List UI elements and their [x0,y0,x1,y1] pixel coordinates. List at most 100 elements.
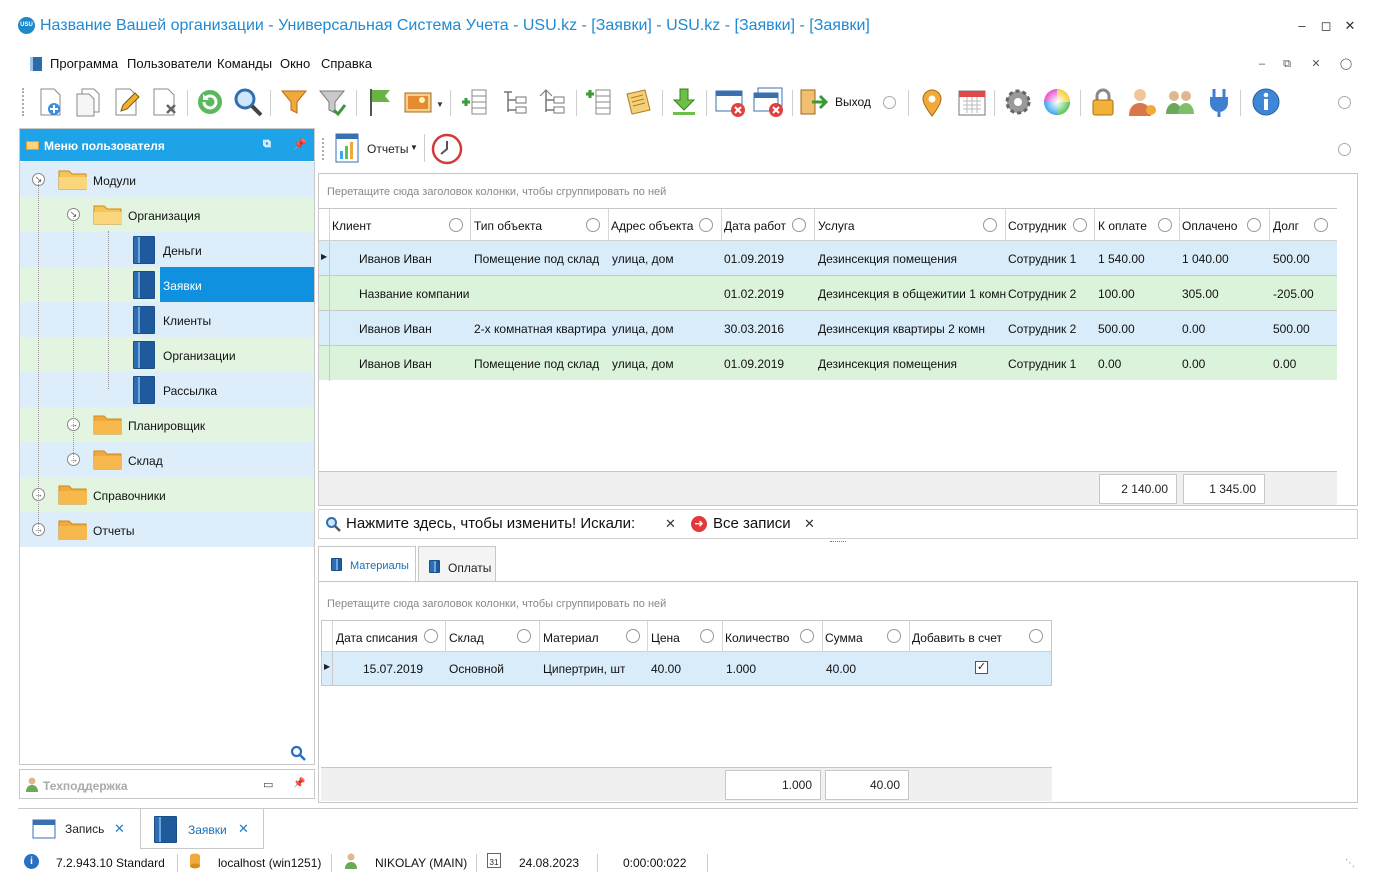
filter-value[interactable]: Все записи [713,515,791,532]
menu-commands[interactable]: Команды [217,56,272,71]
users-group-icon[interactable] [1164,86,1196,118]
report-document-icon[interactable] [334,133,360,163]
filter-paid-icon[interactable] [1247,218,1261,232]
columns-icon[interactable] [458,86,490,118]
tree-item-organization[interactable]: ↘ Организация [20,197,314,232]
tab-payments[interactable]: Оплаты [418,546,496,581]
support-panel[interactable]: Техподдержка ▭ 📌 [19,769,315,799]
resize-grip-icon[interactable]: ⋱ [1345,858,1355,869]
table-row[interactable]: Иванов Иван Помещение под склад улица, д… [319,346,1337,380]
tree-item-modules[interactable]: ↘ Модули [20,162,314,197]
collapse-tree-icon[interactable] [536,86,568,118]
reports-toolbar-options-icon[interactable] [1338,143,1351,156]
info-icon[interactable] [1250,86,1282,118]
col-header-quantity[interactable]: Количество [725,631,789,645]
mdi-close-icon[interactable]: ✕ [1308,56,1324,72]
clear-search-icon[interactable]: ✕ [665,516,676,532]
col-header-work-date[interactable]: Дата работ [724,219,786,233]
col-header-to-pay[interactable]: К оплате [1098,219,1147,233]
close-all-windows-icon[interactable] [752,86,784,118]
col-header-client[interactable]: Клиент [332,219,372,233]
filter-to-pay-icon[interactable] [1158,218,1172,232]
add-record-icon[interactable] [34,86,66,118]
image-dropdown-icon[interactable]: ▼ [436,100,444,109]
download-icon[interactable] [668,86,700,118]
lock-icon[interactable] [1087,86,1119,118]
tree-item-clients[interactable]: Клиенты [20,302,314,337]
delete-record-icon[interactable] [148,86,180,118]
panel-float-icon[interactable]: ⧉ [263,138,271,151]
menu-program[interactable]: Программа [50,56,118,71]
col-header-employee[interactable]: Сотрудник [1008,219,1066,233]
col-header-material[interactable]: Материал [543,631,599,645]
close-tab-icon[interactable]: ✕ [238,821,249,837]
col-header-add-to-invoice[interactable]: Добавить в счет [912,631,1002,645]
support-minimize-icon[interactable]: ▭ [263,778,273,791]
table-row[interactable]: ▶ 15.07.2019 Основной Ципертрин, шт 40.0… [322,652,1051,685]
mdi-restore-icon[interactable]: ⧉ [1279,56,1295,72]
tree-item-organizations[interactable]: Организации [20,337,314,372]
col-header-warehouse[interactable]: Склад [449,631,484,645]
col-header-service[interactable]: Услуга [818,219,855,233]
toolbar-grip[interactable] [322,138,328,160]
notes-icon[interactable] [622,86,654,118]
toolbar-options-icon[interactable] [1338,96,1351,109]
tab-materials[interactable]: Материалы [318,546,416,581]
filter-bar[interactable]: Нажмите здесь, чтобы изменить! Искали: ✕… [318,509,1358,539]
table-row[interactable]: Название компании 01.02.2019 Дезинсекция… [319,276,1337,311]
filter-material-icon[interactable] [626,629,640,643]
col-header-writeoff-date[interactable]: Дата списания [336,631,418,645]
filter-writeoff-date-icon[interactable] [424,629,438,643]
map-pin-icon[interactable] [916,86,948,118]
filter-address-icon[interactable] [699,218,713,232]
table-row[interactable]: ▶ Иванов Иван Помещение под склад улица,… [319,241,1337,276]
col-header-paid[interactable]: Оплачено [1182,219,1237,233]
toolbar-grip[interactable] [22,88,30,116]
tree-item-directories[interactable]: → Справочники [20,477,314,512]
calendar-icon[interactable] [956,86,988,118]
menu-help[interactable]: Справка [321,56,372,71]
settings-gear-icon[interactable] [1002,86,1034,118]
group-by-hint[interactable]: Перетащите сюда заголовок колонки, чтобы… [327,186,666,198]
tree-item-warehouse[interactable]: → Склад [20,442,314,477]
filter-service-icon[interactable] [983,218,997,232]
menu-window[interactable]: Окно [280,56,310,71]
plugin-icon[interactable] [1203,86,1235,118]
filter-client-icon[interactable] [449,218,463,232]
flag-icon[interactable] [364,86,396,118]
filter-warehouse-icon[interactable] [517,629,531,643]
exit-icon[interactable] [798,86,830,118]
color-wheel-icon[interactable] [1041,86,1073,118]
reports-dropdown-arrow-icon[interactable]: ▼ [410,143,418,152]
tree-search-icon[interactable] [290,745,306,761]
filter-work-date-icon[interactable] [792,218,806,232]
tree-item-mailing[interactable]: Рассылка [20,372,314,407]
col-header-object-type[interactable]: Тип объекта [474,219,542,233]
close-window-icon[interactable] [714,86,746,118]
add-to-invoice-checkbox[interactable]: ✓ [975,661,988,674]
tree-item-scheduler[interactable]: → Планировщик [20,407,314,442]
menu-users[interactable]: Пользователи [127,56,212,71]
group-by-hint[interactable]: Перетащите сюда заголовок колонки, чтобы… [327,598,666,610]
tree-item-money[interactable]: Деньги [20,232,314,267]
filter-add-to-invoice-icon[interactable] [1029,629,1043,643]
reports-dropdown[interactable]: Отчеты [367,142,408,156]
expand-tree-icon[interactable] [498,86,530,118]
splitter-handle[interactable] [830,541,846,542]
edit-record-icon[interactable] [110,86,142,118]
refresh-icon[interactable] [194,86,226,118]
col-header-price[interactable]: Цена [651,631,680,645]
exit-button[interactable]: Выход [835,95,871,109]
filter-change-prompt[interactable]: Нажмите здесь, чтобы изменить! Искали: [346,515,635,532]
clear-filter-icon[interactable]: ✕ [804,516,815,532]
user-role-icon[interactable] [1126,86,1158,118]
maximize-icon[interactable]: ◻ [1314,14,1338,38]
support-pin-icon[interactable]: 📌 [293,778,305,789]
col-header-debt[interactable]: Долг [1273,219,1299,233]
close-tab-icon[interactable]: ✕ [114,821,125,837]
tree-item-requests[interactable]: Заявки [20,267,314,302]
table-row[interactable]: Иванов Иван 2-х комнатная квартира улица… [319,311,1337,346]
mdi-minimize-icon[interactable]: – [1254,56,1270,72]
filter-object-type-icon[interactable] [586,218,600,232]
copy-record-icon[interactable] [72,86,104,118]
